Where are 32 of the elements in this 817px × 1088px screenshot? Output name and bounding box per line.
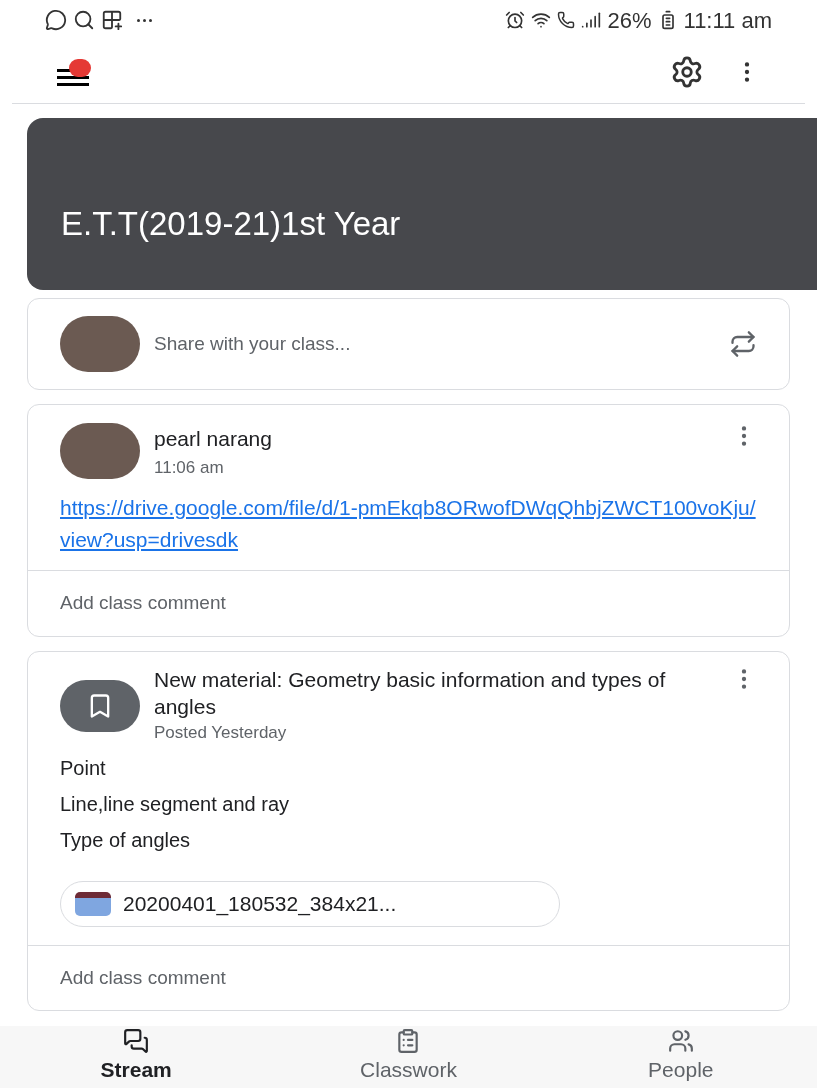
chat-bubbles-icon [123, 1028, 150, 1055]
drive-link[interactable]: https://drive.google.com/file/d/1-pmEkqb8ORwofDWqQhbjZWCT100voKju/view?usp=drivesdk [60, 492, 757, 556]
post-time: Posted Yesterday [154, 721, 288, 744]
more-icon [137, 18, 152, 22]
material-icon [60, 679, 140, 732]
comment-field[interactable]: Add class comment [60, 963, 757, 992]
comment-field[interactable]: Add class comment [60, 589, 757, 618]
signal-icon [581, 10, 602, 30]
nav-tab[interactable]: People [580, 1028, 781, 1086]
menu-icon[interactable] [57, 58, 93, 85]
nav-tab[interactable]: Classwork [308, 1028, 509, 1086]
post-time: 11:06 am [154, 456, 225, 479]
description-line: Line,line segment and ray [60, 792, 291, 817]
class-title: E.T.T(2019-21)1st Year [61, 204, 401, 245]
phone-icon [557, 11, 576, 29]
repost-icon[interactable] [729, 330, 757, 358]
image-thumbnail-icon [75, 891, 111, 916]
grid-icon [101, 9, 123, 31]
description-line: Point [60, 756, 107, 781]
alarm-icon [505, 10, 526, 30]
people-icon [667, 1028, 694, 1055]
nav-tab[interactable]: Stream [36, 1028, 237, 1086]
chat-app-icon [45, 9, 67, 31]
search-icon [73, 9, 95, 31]
share-field[interactable]: Share with your class... [154, 329, 715, 359]
author-name: pearl narang [154, 426, 273, 452]
battery-percent: 26% [607, 6, 652, 35]
description-line: Type of angles [60, 828, 192, 853]
wifi-icon [531, 10, 552, 30]
clock-time: 11:11 am [683, 6, 772, 35]
settings-icon[interactable] [670, 54, 704, 89]
material-title: New material: Geometry basic information and types of angles [154, 666, 667, 720]
